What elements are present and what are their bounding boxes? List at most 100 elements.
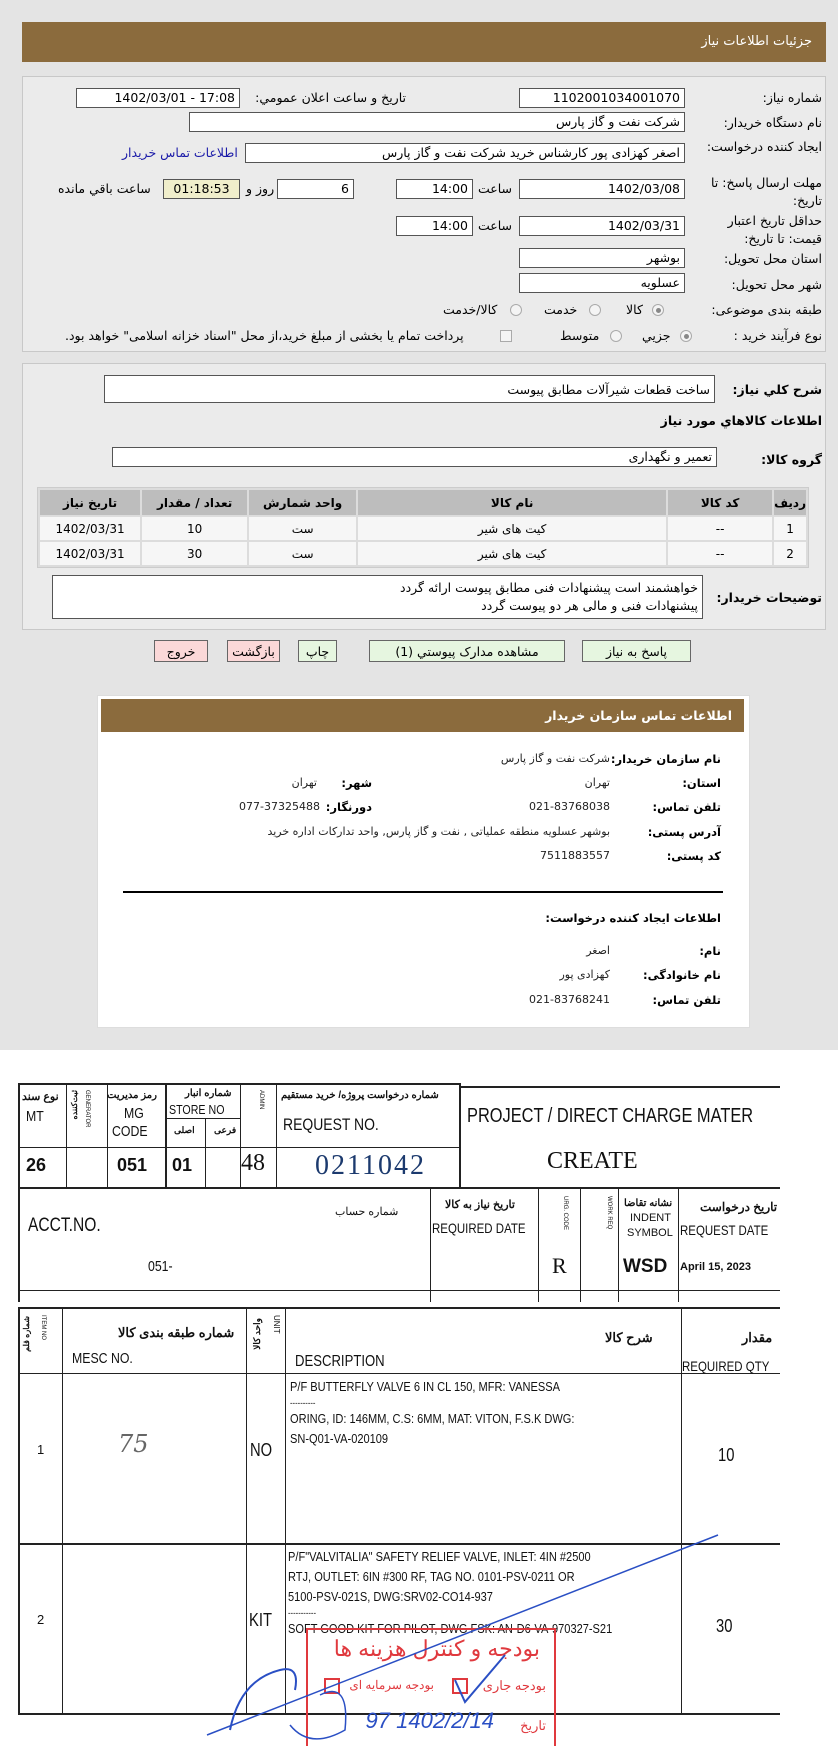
req-date-label-fa: تاریخ نیاز به کالا — [445, 1199, 515, 1211]
col-unit-label: UNIT — [272, 1315, 281, 1334]
table-rule — [618, 1187, 619, 1302]
table-rule — [165, 1118, 240, 1119]
indent-label-en1: INDENT — [630, 1212, 671, 1224]
signature-icon — [229, 1668, 297, 1731]
store-label-fa: شماره انبار — [185, 1088, 232, 1099]
process-radio-minor[interactable] — [680, 330, 692, 342]
cell-row: 1 — [774, 517, 806, 540]
item-number: 1 — [37, 1442, 45, 1457]
buyer-field: شرکت نفت و گاز پارس — [189, 112, 685, 132]
item-unit: NO — [250, 1440, 273, 1460]
category-option-both: کالا/خدمت — [443, 302, 498, 317]
province-field: بوشهر — [519, 248, 685, 268]
creator-family-value: کهزادی پور — [559, 968, 611, 981]
table-rule — [460, 1086, 780, 1088]
back-button[interactable]: بازگشت — [227, 640, 280, 662]
attachments-button[interactable]: مشاهده مدارک پيوستي (1) — [369, 640, 565, 662]
deadline-label: مهلت ارسال پاسخ: تا تاریخ: — [711, 175, 822, 208]
table-rule — [580, 1187, 581, 1302]
table-rule — [18, 1373, 780, 1374]
category-option-service: خدمت — [544, 302, 578, 317]
col-item-label: ITEM NO — [40, 1315, 46, 1340]
validity-time-field: 14:00 — [396, 216, 473, 236]
store-value: 01 — [172, 1155, 193, 1175]
table-rule — [18, 1307, 20, 1713]
col-mesc-label-fa: شماره طبقه بندی کالا — [118, 1325, 235, 1340]
buyer-contact-link[interactable]: اطلاعات تماس خریدار — [122, 145, 238, 160]
cell-unit: ست — [249, 542, 357, 565]
goods-table: رديف کد کالا نام کالا واحد شمارش تعداد /… — [37, 487, 809, 568]
org-value: شرکت نفت و گاز پارس — [500, 752, 610, 765]
category-radio-goods[interactable] — [652, 304, 664, 316]
doc-type-value: 26 — [26, 1155, 47, 1175]
table-rule — [18, 1187, 20, 1302]
table-rule — [459, 1083, 461, 1187]
table-row: 2 -- کیت های شیر ست 30 1402/03/31 — [40, 542, 806, 565]
deadline-time-label: ساعت — [478, 181, 513, 196]
col-qty: تعداد / مقدار — [142, 490, 248, 515]
note-line: پیشنهادات فنی و مالی هر دو پیوست گردد — [481, 598, 698, 613]
desc-line: ORING, ID: 146MM, C.S: 6MM, MAT: VITON, … — [290, 1411, 575, 1426]
col-desc-label-fa: شرح کالا — [605, 1330, 653, 1345]
cell-row: 2 — [774, 542, 806, 565]
process-radio-medium[interactable] — [610, 330, 622, 342]
doc-type-label-en: MT — [26, 1108, 44, 1125]
col-row: رديف — [774, 490, 806, 515]
creator-phone-label: تلفن تماس: — [652, 993, 721, 1007]
cell-date: 1402/03/31 — [40, 542, 141, 565]
category-radio-service[interactable] — [589, 304, 601, 316]
work-req-label: WORK REQ — [606, 1196, 612, 1230]
col-item-label-fa: شماره قلم — [22, 1316, 31, 1352]
mesc-handwritten: 75 — [118, 1430, 149, 1458]
creator-name-value: اصغر — [586, 944, 610, 957]
desc-line: P/F BUTTERFLY VALVE 6 IN CL 150, MFR: VA… — [290, 1379, 560, 1394]
request-date-label-fa: تاریخ درخواست — [700, 1200, 778, 1214]
notes-label: توضیحات خریدار: — [716, 590, 822, 605]
creator-phone-value: 021-83768241 — [529, 993, 610, 1006]
admin-value: 48 — [241, 1150, 265, 1176]
request-label-en: REQUEST NO. — [283, 1115, 379, 1134]
postal-value: 7511883557 — [540, 849, 610, 862]
page-header: جزئیات اطلاعات نیاز — [22, 22, 826, 62]
indent-label-fa: نشانه تقاضا — [624, 1198, 673, 1209]
table-rule — [18, 1083, 20, 1187]
creator-heading: اطلاعات ایجاد کننده درخواست: — [545, 911, 721, 925]
table-rule — [18, 1290, 780, 1291]
col-mesc-label-en: MESC NO. — [72, 1350, 133, 1367]
treasury-checkbox[interactable] — [500, 330, 512, 342]
indent-value: WSD — [623, 1256, 668, 1277]
category-label: طبقه بندی موضوعی: — [711, 302, 822, 317]
notes-field: خواهشمند است پیشنهادات فنی مطابق پیوست ا… — [52, 575, 703, 619]
req-date-label-en: REQUIRED DATE — [432, 1220, 526, 1236]
creator-label: ایجاد کننده درخواست: — [706, 139, 822, 154]
category-option-goods: کالا — [626, 302, 643, 317]
table-rule — [165, 1083, 167, 1187]
contact-province-label: استان: — [682, 776, 721, 790]
urg-value: R — [552, 1253, 567, 1278]
col-name: نام کالا — [358, 490, 667, 515]
print-button[interactable]: چاپ — [298, 640, 337, 662]
item-description: P/F BUTTERFLY VALVE 6 IN CL 150, MFR: VA… — [290, 1377, 625, 1449]
store-label-en: STORE NO — [169, 1102, 225, 1117]
col-desc-label-en: DESCRIPTION — [295, 1353, 385, 1370]
province-label: استان محل تحویل: — [723, 251, 822, 266]
col-qty-label-en: REQUIRED QTY — [682, 1358, 770, 1374]
table-rule — [430, 1187, 431, 1302]
exit-button[interactable]: خروج — [154, 640, 208, 662]
category-radio-both[interactable] — [510, 304, 522, 316]
table-rule — [66, 1083, 67, 1187]
form-title: PROJECT / DIRECT CHARGE MATER — [467, 1105, 754, 1127]
process-option-medium: متوسط — [560, 328, 600, 343]
store-main-label: اصلی — [174, 1125, 195, 1135]
mg-value: 051 — [117, 1155, 148, 1175]
mg-label-en2: CODE — [112, 1123, 148, 1140]
cell-name: کیت های شیر — [358, 542, 667, 565]
phone-label: تلفن تماس: — [652, 800, 721, 814]
days-label: روز و — [246, 181, 275, 196]
creator-field: اصغر کهزادی پور کارشناس خرید شرکت نفت و … — [245, 143, 685, 163]
org-label: نام سازمان خریدار: — [610, 752, 721, 766]
table-rule — [18, 1187, 780, 1189]
reply-button[interactable]: پاسخ به نياز — [582, 640, 691, 662]
fax-value: 077-37325488 — [239, 800, 320, 813]
doc-type-label-fa: نوع سند — [22, 1091, 59, 1103]
